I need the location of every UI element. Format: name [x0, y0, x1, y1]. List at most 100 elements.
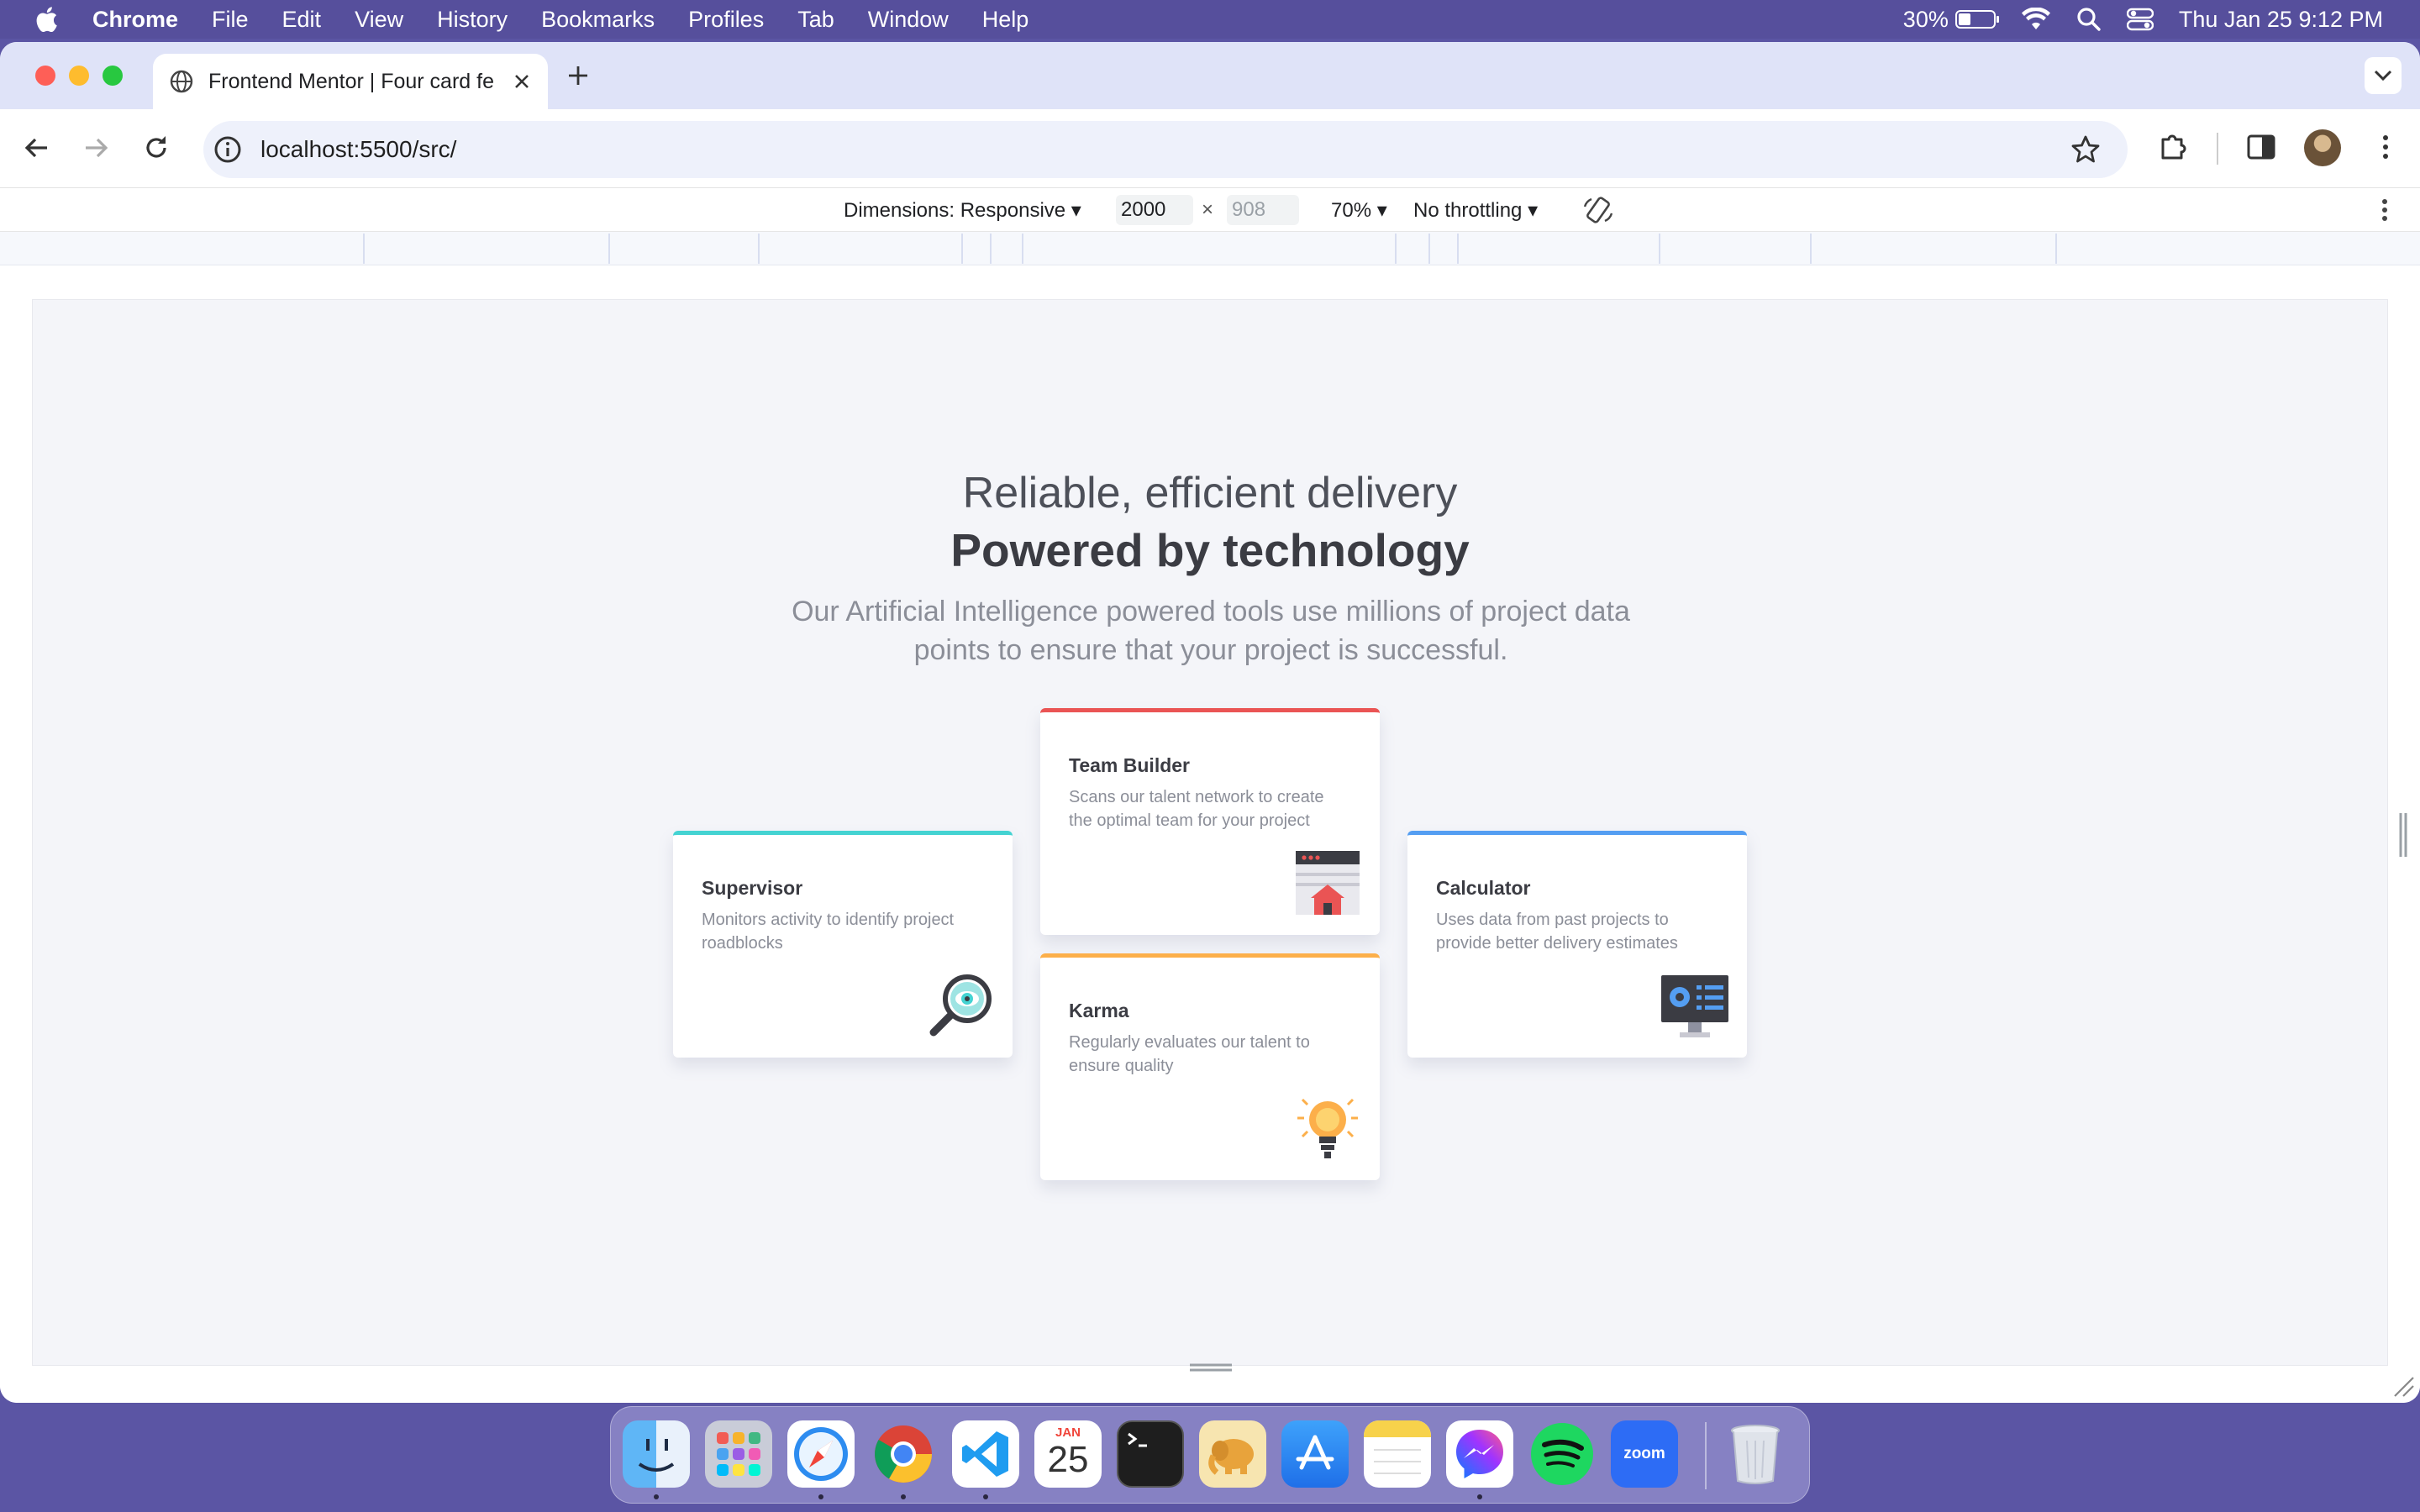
menu-help[interactable]: Help [982, 7, 1029, 33]
app-store-icon[interactable] [1281, 1420, 1349, 1488]
menu-edit[interactable]: Edit [282, 7, 322, 33]
forward-arrow-icon[interactable] [81, 133, 111, 163]
menu-app-chrome[interactable]: Chrome [92, 7, 178, 33]
media-query-ruler[interactable] [0, 232, 2420, 265]
launchpad-icon[interactable] [705, 1420, 772, 1488]
notes-icon[interactable] [1364, 1420, 1431, 1488]
new-tab-plus-icon[interactable] [566, 64, 590, 87]
ruler-tick [990, 234, 992, 264]
window-minimize-button[interactable] [69, 66, 89, 86]
elephant-icon [1208, 1439, 1254, 1475]
card-description: Scans our talent network to create the o… [1069, 788, 1324, 830]
ruler-tick [2055, 234, 2057, 264]
notes-line [1374, 1461, 1421, 1462]
viewport-bottom-resize-handle[interactable] [1188, 1362, 1234, 1373]
device-toolbar: Dimensions: Responsive ▾ 2000 × 908 70% … [0, 188, 2420, 232]
supervisor-icon [929, 974, 992, 1037]
chrome-icon[interactable] [870, 1420, 937, 1488]
finder-icon[interactable] [623, 1420, 690, 1488]
menu-profiles[interactable]: Profiles [688, 7, 764, 33]
terminal-icon[interactable] [1117, 1420, 1184, 1488]
running-indicator [1477, 1494, 1482, 1499]
running-indicator [901, 1494, 906, 1499]
card-supervisor: Supervisor Monitors activity to identify… [673, 831, 1013, 1058]
notes-header-strip [1364, 1420, 1431, 1437]
card-title: Team Builder [1069, 754, 1190, 776]
side-panel-icon[interactable] [2245, 131, 2277, 163]
menubar-clock[interactable]: Thu Jan 25 9:12 PM [2179, 7, 2383, 33]
menu-view[interactable]: View [355, 7, 403, 33]
rotate-device-icon[interactable] [1581, 195, 1615, 225]
zoom-dropdown[interactable]: 70% ▾ [1331, 198, 1387, 223]
messenger-icon[interactable] [1446, 1420, 1513, 1488]
safari-compass-icon [794, 1427, 848, 1481]
card-calculator: Calculator Uses data from past projects … [1407, 831, 1747, 1058]
tab-frontend-mentor[interactable]: Frontend Mentor | Four card fe [153, 54, 548, 109]
running-indicator [818, 1494, 823, 1499]
emulated-viewport-area: Reliable, efficient delivery Powered by … [0, 265, 2420, 1403]
viewport-height-input[interactable]: 908 [1227, 195, 1299, 225]
device-toolbar-more-icon[interactable] [2370, 195, 2400, 225]
chrome-logo-icon [875, 1425, 932, 1483]
throttling-dropdown[interactable]: No throttling ▾ [1413, 198, 1538, 223]
window-zoom-button[interactable] [103, 66, 123, 86]
dock-separator [1705, 1422, 1707, 1489]
team-builder-icon [1296, 851, 1360, 915]
back-arrow-icon[interactable] [22, 133, 52, 163]
zoom-icon[interactable]: zoom [1611, 1420, 1678, 1488]
extensions-puzzle-icon[interactable] [2156, 129, 2190, 163]
ruler-tick [1659, 234, 1660, 264]
address-bar[interactable]: localhost:5500/src/ [203, 121, 2128, 178]
bookmark-star-icon[interactable] [2070, 134, 2101, 165]
reload-icon[interactable] [141, 133, 171, 163]
card-team-builder: Team Builder Scans our talent network to… [1040, 708, 1380, 935]
zoom-label: 70% [1331, 199, 1372, 222]
viewport-side-resize-handle[interactable] [2398, 811, 2408, 858]
dimensions-label: Dimensions: Responsive [844, 199, 1066, 222]
apple-logo-icon[interactable] [34, 6, 59, 33]
globe-icon [170, 70, 193, 93]
menu-bookmarks[interactable]: Bookmarks [541, 7, 655, 33]
trash-icon[interactable] [1722, 1420, 1789, 1488]
site-info-icon[interactable] [213, 135, 242, 164]
karma-icon [1297, 1098, 1358, 1158]
window-close-button[interactable] [35, 66, 55, 86]
notes-line [1374, 1449, 1421, 1451]
profile-avatar[interactable] [2304, 129, 2341, 166]
menu-window[interactable]: Window [868, 7, 949, 33]
dimensions-dropdown[interactable]: Dimensions: Responsive ▾ [844, 198, 1081, 223]
close-tab-icon[interactable] [513, 72, 531, 91]
menu-history[interactable]: History [437, 7, 508, 33]
macos-menu-bar: Chrome File Edit View History Bookmarks … [0, 0, 2420, 39]
ruler-tick [608, 234, 610, 264]
wifi-icon[interactable] [2021, 8, 2051, 31]
notes-line [1374, 1473, 1421, 1474]
app-store-a-icon [1296, 1435, 1334, 1470]
messenger-bubble-icon [1456, 1430, 1503, 1478]
calendar-month: JAN [1055, 1425, 1081, 1440]
dropdown-caret-icon: ▾ [1528, 199, 1539, 222]
ruler-tick [1457, 234, 1459, 264]
tableplus-icon[interactable] [1199, 1420, 1266, 1488]
url-text[interactable]: localhost:5500/src/ [260, 136, 456, 163]
menu-tab[interactable]: Tab [797, 7, 834, 33]
battery-icon [1954, 10, 1999, 29]
chrome-menu-kebab-icon[interactable] [2370, 131, 2402, 163]
tab-search-button[interactable] [2365, 57, 2402, 94]
vscode-icon[interactable] [952, 1420, 1019, 1488]
browser-toolbar: localhost:5500/src/ [0, 109, 2420, 188]
ruler-tick [1810, 234, 1812, 264]
dimension-times-sign: × [1202, 198, 1214, 221]
menubar-status-area: 30% Thu Jan 25 9:12 PM [1903, 0, 2383, 39]
safari-icon[interactable] [787, 1420, 855, 1488]
window-corner-resize-icon[interactable] [2391, 1374, 2415, 1398]
menu-file[interactable]: File [212, 7, 249, 33]
spotlight-search-icon[interactable] [2076, 7, 2102, 32]
viewport-width-input[interactable]: 2000 [1116, 195, 1193, 225]
battery-status[interactable]: 30% [1903, 7, 1999, 33]
spotify-icon[interactable] [1528, 1420, 1596, 1488]
control-center-icon[interactable] [2126, 8, 2154, 31]
calendar-icon[interactable]: JAN 25 [1034, 1420, 1102, 1488]
dropdown-caret-icon: ▾ [1376, 199, 1387, 222]
heading-light: Reliable, efficient delivery [962, 469, 1458, 517]
